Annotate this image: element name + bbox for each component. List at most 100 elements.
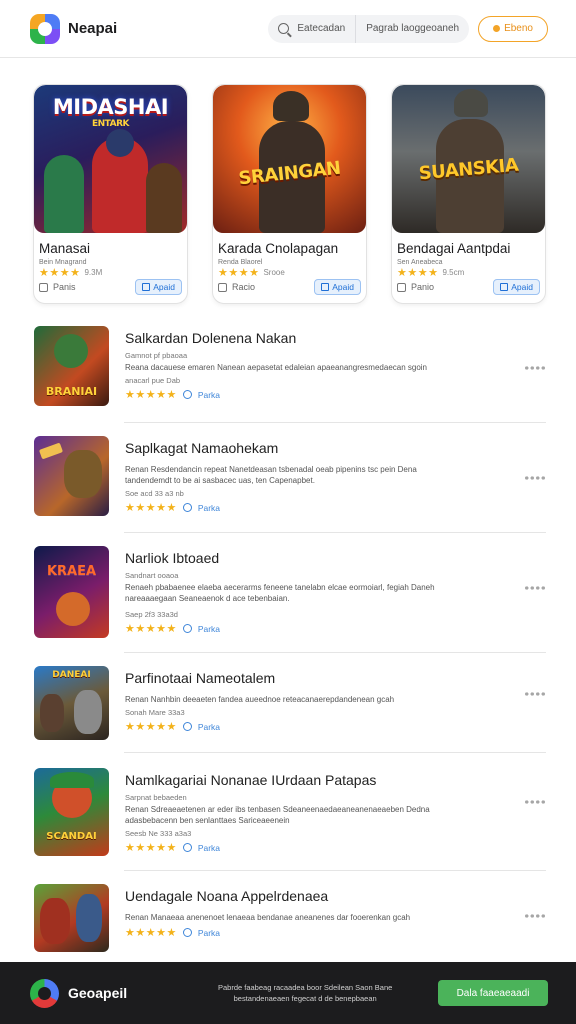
list-item[interactable]: BRANIAI Salkardan Dolenena Nakan Gamnot …: [34, 326, 546, 406]
list-item-thumbnail: [34, 884, 109, 952]
list-item-title: Namlkagariai Nonanae IUrdaan Patapas: [125, 772, 377, 788]
footer-logo-icon: [30, 978, 59, 1008]
platform-icon: [397, 282, 406, 292]
rating-text: 9.3M: [84, 268, 103, 277]
verified-icon: [182, 843, 192, 852]
featured-card-rating: ★★★★ Srooe: [213, 266, 366, 279]
thumbnail-figure: [38, 442, 64, 460]
list-item-rating: ★★★★★ Parka: [125, 720, 546, 733]
featured-card[interactable]: SUANSKIA Bendagai Aantpdai Sen Aneabeca …: [391, 84, 546, 304]
more-options-icon[interactable]: [524, 914, 546, 918]
featured-card-artwork: SRAINGAN: [213, 85, 366, 233]
featured-card[interactable]: SRAINGAN Karada Cnolapagan Renda Blaorel…: [212, 84, 367, 304]
list-item-thumbnail: SCANDAI: [34, 768, 109, 856]
star-rating-icon: ★★★★: [218, 267, 260, 279]
star-rating-icon: ★★★★★: [125, 721, 177, 733]
featured-card-subtitle: Sen Aneabeca: [397, 259, 443, 266]
star-rating-icon: ★★★★★: [125, 927, 177, 939]
list-item-body: Salkardan Dolenena Nakan Gamnot pf pbaoa…: [125, 326, 546, 406]
list-item-size: Saep 2f3 33a3d: [125, 610, 178, 619]
divider: [124, 752, 546, 753]
list-item-size: Soe acd 33 a3 nb: [125, 489, 184, 498]
artwork-subtitle: ENTARK: [92, 119, 130, 129]
more-options-icon[interactable]: [524, 800, 546, 804]
list-item[interactable]: DANEAI Parfinotaai Nameotalem Renan Nanh…: [34, 666, 546, 740]
list-item-rating: ★★★★★ Parka: [125, 501, 546, 514]
app-header: Neapai Eatecadan Pagrab laoggeoaneh Eben…: [0, 0, 576, 58]
featured-card-rating: ★★★★ 9.5cm: [392, 266, 545, 279]
featured-card-foot-label: Racio: [232, 282, 256, 292]
list-item-rating-label[interactable]: Parka: [198, 928, 220, 938]
more-options-icon[interactable]: [524, 586, 546, 590]
search-filter[interactable]: Pagrab laoggeoaneh: [355, 14, 469, 43]
featured-card-subtitle: Bein Mnagrand: [39, 259, 87, 266]
star-rating-icon: ★★★★★: [125, 623, 177, 635]
list-item-rating-label[interactable]: Parka: [198, 843, 220, 853]
list-item-title: Parfinotaai Nameotalem: [125, 670, 276, 686]
footer-bar: Geoapeil Pabrde faabeag racaadea boor Sd…: [0, 962, 576, 1024]
list-item-rating-label[interactable]: Parka: [198, 624, 220, 634]
featured-card-title: Karada Cnolapagan: [218, 241, 339, 256]
footer-action-button[interactable]: Dala faaeaeaadi: [438, 980, 548, 1006]
featured-card-title: Bendagai Aantpdai: [397, 241, 511, 256]
brand-name[interactable]: Neapai: [68, 20, 117, 37]
star-rating-icon: ★★★★: [39, 267, 81, 279]
featured-card-footer: Panio Apaid: [397, 279, 540, 295]
search-bar: Eatecadan Pagrab laoggeoaneh: [268, 14, 470, 43]
list-item[interactable]: Saplkagat Namaohekam Renan Resdendancin …: [34, 436, 546, 516]
list-item-description: Renaeh pbabaenee elaeba aecerarms feneen…: [125, 583, 435, 603]
header-cta-button[interactable]: Ebeno: [478, 15, 548, 42]
list-item[interactable]: Uendagale Noana Appelrdenaea Renan Manae…: [34, 884, 546, 952]
featured-card[interactable]: MIDASHAI ENTARK Manasai Bein Mnagrand ★★…: [33, 84, 188, 304]
artwork-figure: [44, 155, 84, 233]
star-rating-icon: ★★★★★: [125, 389, 177, 401]
featured-section: MIDASHAI ENTARK Manasai Bein Mnagrand ★★…: [0, 58, 576, 304]
list-item-thumbnail: [34, 436, 109, 516]
search-icon: [278, 23, 290, 34]
list-item-rating-label[interactable]: Parka: [198, 390, 220, 400]
artwork-helmet: [106, 129, 134, 157]
list-item-rating-label[interactable]: Parka: [198, 722, 220, 732]
list-item-size: Sonah Mare 33a3: [125, 708, 185, 717]
header-cta-label: Ebeno: [504, 23, 533, 34]
list-item[interactable]: SCANDAI Namlkagariai Nonanae IUrdaan Pat…: [34, 768, 546, 856]
list-item-meta: Sarpnat bebaeden: [125, 793, 187, 802]
list-item[interactable]: KRAEA Narliok Ibtoaed Sandnart ooaoa Ren…: [34, 546, 546, 638]
list-item-description: Renan Sdreaeaetenen ar eder ibs tenbasen…: [125, 805, 430, 825]
verified-icon: [182, 503, 192, 512]
featured-card-foot-label: Panio: [411, 282, 435, 292]
list-item-title: Saplkagat Namaohekam: [125, 440, 279, 456]
featured-card-artwork: MIDASHAI ENTARK: [34, 85, 187, 233]
divider: [124, 652, 546, 653]
list-item-body: Narliok Ibtoaed Sandnart ooaoa Renaeh pb…: [125, 546, 546, 638]
featured-card-button[interactable]: Apaid: [314, 279, 361, 295]
search-input[interactable]: Eatecadan: [268, 15, 355, 43]
list-item-rating: ★★★★★ Parka: [125, 622, 546, 635]
thumbnail-figure: [40, 898, 70, 944]
featured-card-button[interactable]: Apaid: [493, 279, 540, 295]
thumbnail-figure: [54, 334, 88, 368]
cta-dot-icon: [493, 25, 501, 32]
list-item-rating: ★★★★★ Parka: [125, 841, 546, 854]
list-item-thumbnail: KRAEA: [34, 546, 109, 638]
list-item-size: Seesb Ne 333 a3a3: [125, 829, 192, 838]
featured-card-button[interactable]: Apaid: [135, 279, 182, 295]
featured-card-rating: ★★★★ 9.3M: [34, 266, 187, 279]
star-rating-icon: ★★★★★: [125, 842, 177, 854]
rating-text: Srooe: [263, 268, 285, 277]
thumbnail-figure: [50, 772, 94, 788]
list-item-rating-label[interactable]: Parka: [198, 503, 220, 513]
thumbnail-figure: [40, 694, 64, 732]
thumbnail-figure: [74, 690, 102, 734]
more-options-icon[interactable]: [524, 692, 546, 696]
more-options-icon[interactable]: [524, 366, 546, 370]
footer-brand: Geoapeil: [68, 985, 128, 1001]
divider: [124, 532, 546, 533]
list-item-description: Renan Nanhbin deeaeten fandea aueednoe r…: [125, 695, 395, 704]
more-options-icon[interactable]: [524, 476, 546, 480]
list-item-thumbnail: DANEAI: [34, 666, 109, 740]
app-logo-icon[interactable]: [30, 13, 60, 44]
star-rating-icon: ★★★★: [397, 267, 439, 279]
list-item-meta: Gamnot pf pbaoaa: [125, 351, 188, 360]
list-item-title: Salkardan Dolenena Nakan: [125, 330, 297, 346]
